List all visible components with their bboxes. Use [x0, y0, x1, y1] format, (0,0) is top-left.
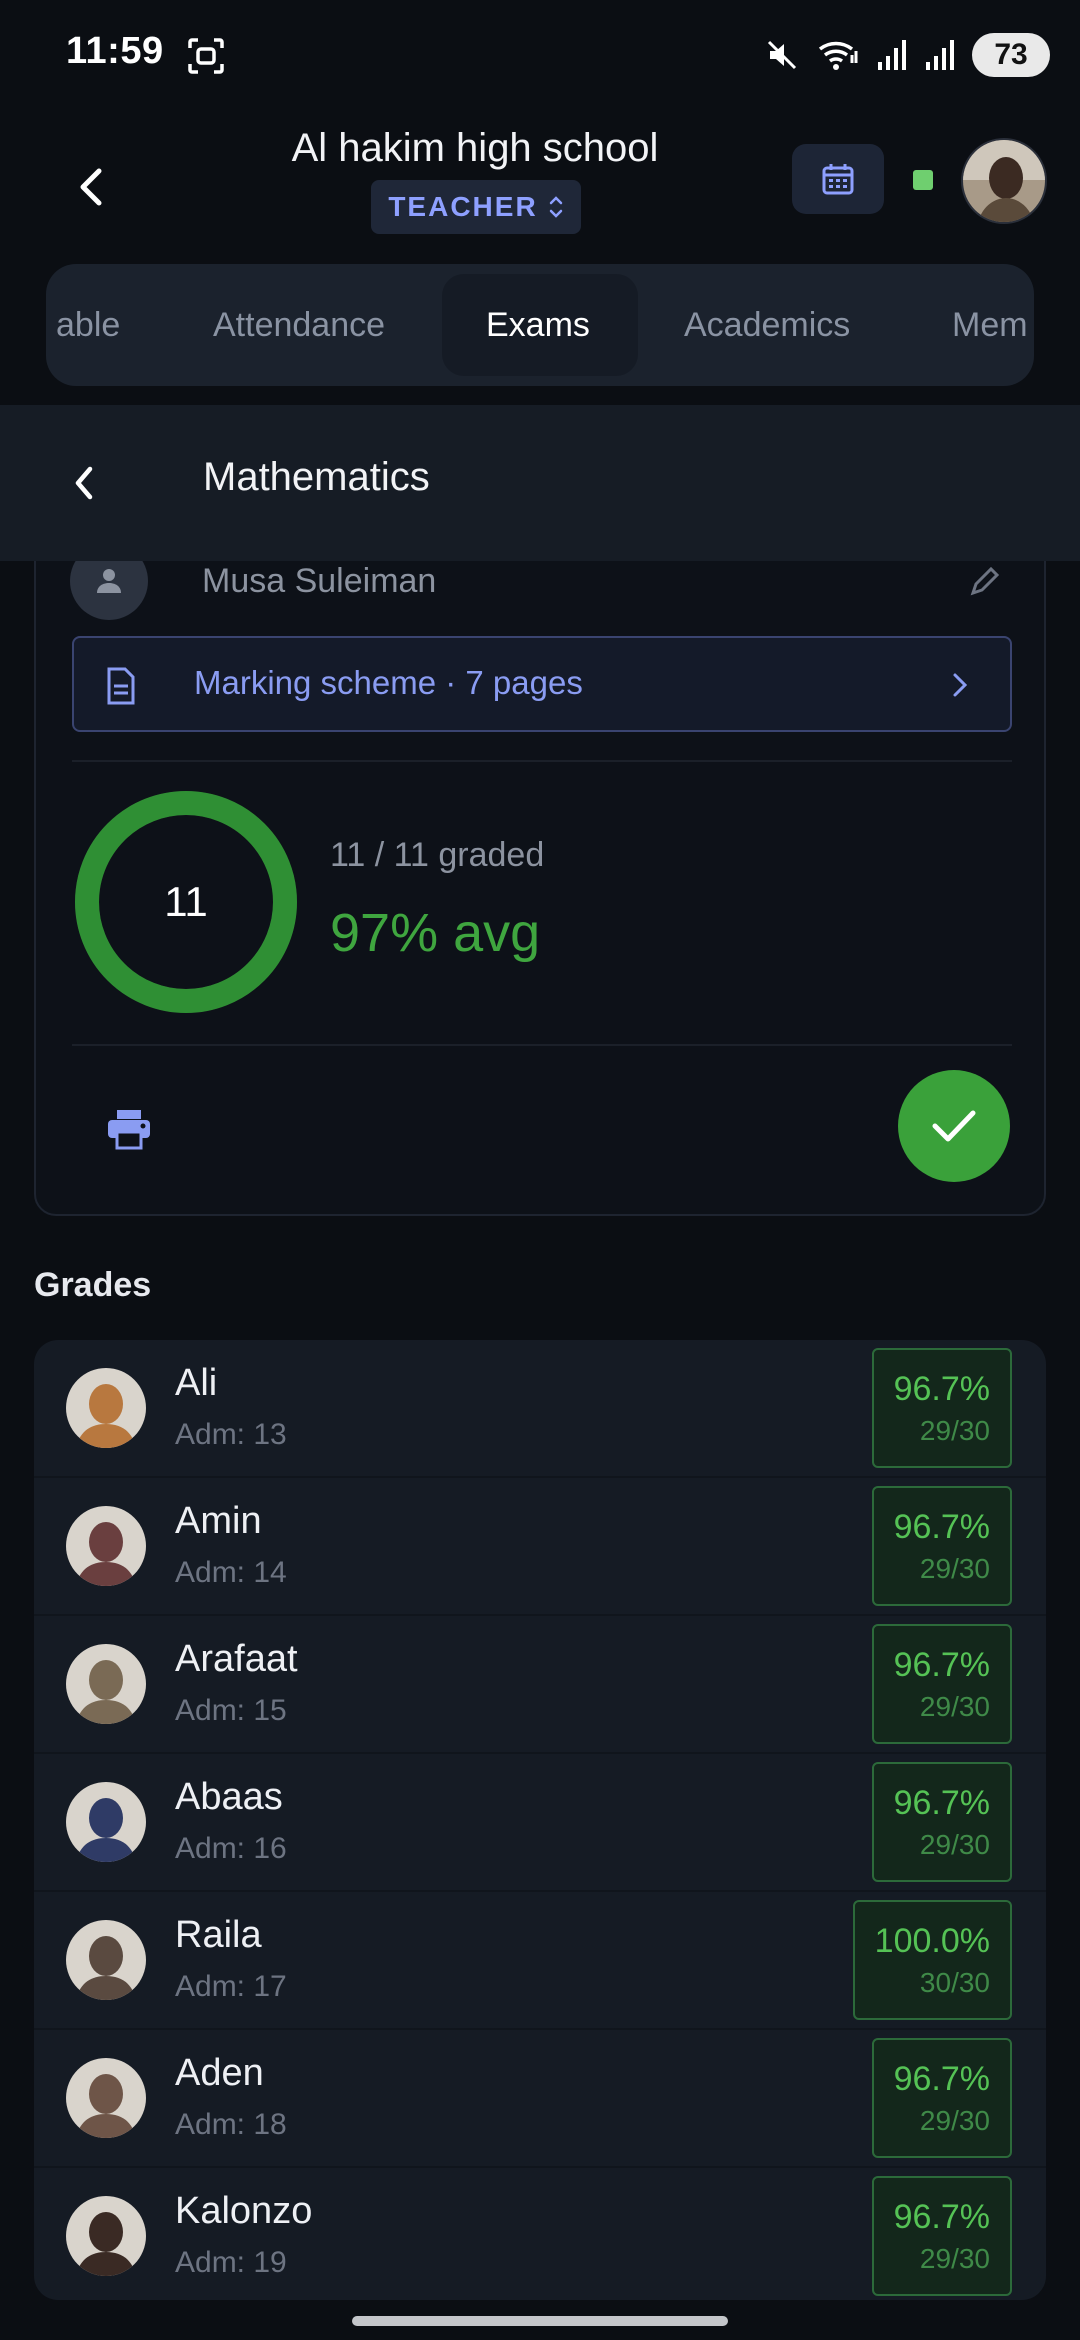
- chevron-left-icon: [75, 466, 93, 500]
- admission-number: Adm: 19: [175, 2246, 287, 2279]
- chevron-left-icon: [80, 168, 102, 206]
- student-name: Abaas: [175, 1776, 283, 1818]
- status-icons: 73: [764, 30, 1050, 80]
- score-badge[interactable]: 96.7% 29/30: [871, 1762, 1012, 1882]
- admission-number: Adm: 18: [175, 2108, 287, 2141]
- score-badge[interactable]: 96.7% 29/30: [871, 2038, 1012, 2158]
- app-header: Al hakim high school TEACHER: [0, 112, 1080, 262]
- graded-summary: 11 / 11 graded: [330, 836, 545, 874]
- student-avatar: [66, 1368, 146, 1448]
- student-avatar: [66, 2196, 146, 2276]
- grades-heading: Grades: [34, 1266, 152, 1304]
- status-time: 11:59: [66, 30, 164, 72]
- admission-number: Adm: 14: [175, 1556, 287, 1589]
- check-icon: [932, 1110, 976, 1142]
- student-avatar: [66, 1506, 146, 1586]
- home-indicator[interactable]: [352, 2316, 728, 2326]
- student-avatar: [66, 2058, 146, 2138]
- grade-row[interactable]: Amin Adm: 14 96.7% 29/30: [34, 1478, 1046, 1616]
- score-percent: 96.7%: [893, 1507, 990, 1546]
- section-tabs: able Attendance Exams Academics Mem: [46, 264, 1034, 386]
- grade-row[interactable]: Ali Adm: 13 96.7% 29/30: [34, 1340, 1046, 1478]
- student-avatar: [66, 1644, 146, 1724]
- edit-icon[interactable]: [968, 564, 1002, 603]
- score-fraction: 29/30: [919, 1552, 990, 1584]
- exam-subheader: Mathematics: [0, 405, 1080, 561]
- score-badge[interactable]: 100.0% 30/30: [852, 1900, 1012, 2020]
- student-name: Amin: [175, 1500, 262, 1542]
- score-percent: 100.0%: [874, 1921, 990, 1960]
- printer-icon: [108, 1110, 150, 1150]
- grade-row[interactable]: Kalonzo Adm: 19 96.7% 29/30: [34, 2168, 1046, 2300]
- app-screen: 11:59 73 Al hakim high school TEACHER ab…: [0, 0, 1080, 2340]
- tab-attendance[interactable]: Attendance: [213, 264, 385, 386]
- calendar-icon: [822, 164, 854, 195]
- score-fraction: 29/30: [919, 1690, 990, 1722]
- screenshot-icon: [186, 36, 226, 76]
- subject-title: Mathematics: [203, 455, 430, 499]
- student-avatar: [66, 1920, 146, 2000]
- submit-grades-button[interactable]: [898, 1070, 1010, 1182]
- student-name: Raila: [175, 1914, 262, 1956]
- score-badge[interactable]: 96.7% 29/30: [871, 1624, 1012, 1744]
- tab-academics[interactable]: Academics: [684, 264, 850, 386]
- admission-number: Adm: 16: [175, 1832, 287, 1865]
- admission-number: Adm: 17: [175, 1970, 287, 2003]
- online-status-indicator: [913, 170, 933, 190]
- grade-row[interactable]: Abaas Adm: 16 96.7% 29/30: [34, 1754, 1046, 1892]
- graded-progress-ring: 11: [72, 788, 300, 1016]
- signal-icon: [926, 40, 954, 70]
- signal-icon: [878, 40, 906, 70]
- score-percent: 96.7%: [893, 1645, 990, 1684]
- score-fraction: 29/30: [919, 2242, 990, 2274]
- student-name: Aden: [175, 2052, 264, 2094]
- student-name: Ali: [175, 1362, 218, 1404]
- document-icon: [107, 667, 135, 705]
- grade-row[interactable]: Aden Adm: 18 96.7% 29/30: [34, 2030, 1046, 2168]
- student-name: Kalonzo: [175, 2190, 313, 2232]
- divider: [72, 760, 1012, 762]
- battery-icon: 73: [972, 33, 1050, 77]
- student-name: Arafaat: [175, 1638, 298, 1680]
- marking-scheme-label: Marking scheme · 7 pages: [194, 664, 583, 701]
- score-badge[interactable]: 96.7% 29/30: [871, 2176, 1012, 2296]
- average-score: 97% avg: [330, 903, 541, 963]
- score-badge[interactable]: 96.7% 29/30: [871, 1486, 1012, 1606]
- mute-icon: [767, 40, 797, 70]
- tab-timetable[interactable]: able: [56, 264, 120, 386]
- grade-row[interactable]: Raila Adm: 17 100.0% 30/30: [34, 1892, 1046, 2030]
- tab-exams[interactable]: Exams: [486, 264, 590, 386]
- divider: [72, 1044, 1012, 1046]
- marking-scheme-button[interactable]: Marking scheme · 7 pages: [72, 636, 1012, 732]
- calendar-button[interactable]: [792, 144, 884, 214]
- student-avatar: [66, 1782, 146, 1862]
- status-bar: 11:59 73: [0, 0, 1080, 112]
- score-percent: 96.7%: [893, 1783, 990, 1822]
- role-switcher[interactable]: TEACHER: [371, 180, 581, 234]
- chevron-right-icon: [953, 673, 968, 697]
- score-fraction: 29/30: [919, 1828, 990, 1860]
- person-icon: [97, 569, 121, 593]
- grades-list: Ali Adm: 13 96.7% 29/30 Amin Adm: 14 96.7% 29/3…: [34, 1340, 1046, 2300]
- exam-summary-card: Musa Suleiman Marking scheme · 7 pages 1…: [34, 480, 1046, 1216]
- role-label: TEACHER: [388, 191, 538, 222]
- print-button[interactable]: [94, 1094, 164, 1164]
- score-fraction: 29/30: [919, 1414, 990, 1446]
- score-fraction: 30/30: [919, 1966, 990, 1998]
- unfold-icon: [549, 196, 562, 218]
- score-percent: 96.7%: [893, 2059, 990, 2098]
- score-fraction: 29/30: [919, 2104, 990, 2136]
- admission-number: Adm: 13: [175, 1418, 287, 1451]
- wifi-icon: [818, 41, 858, 70]
- grade-row[interactable]: Arafaat Adm: 15 96.7% 29/30: [34, 1616, 1046, 1754]
- tab-members[interactable]: Mem: [952, 264, 1028, 386]
- score-badge[interactable]: 96.7% 29/30: [871, 1348, 1012, 1468]
- score-percent: 96.7%: [893, 1369, 990, 1408]
- graded-count: 11: [164, 878, 208, 925]
- subject-back-button[interactable]: [56, 455, 112, 511]
- score-percent: 96.7%: [893, 2197, 990, 2236]
- admission-number: Adm: 15: [175, 1694, 287, 1727]
- user-avatar[interactable]: [961, 138, 1047, 224]
- teacher-name: Musa Suleiman: [202, 562, 437, 600]
